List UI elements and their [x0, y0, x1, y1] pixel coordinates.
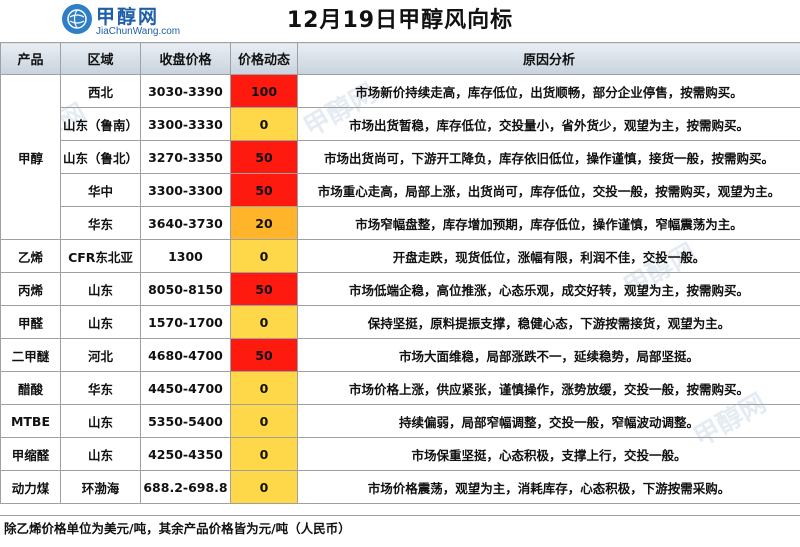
- region-cell: 河北: [60, 338, 141, 372]
- reason-cell: 市场价格上涨，供应紧张，谨慎操作，涨势放缓，交投一般，按需购买。: [297, 371, 800, 405]
- region-cell: 环渤海: [60, 470, 141, 504]
- region-cell: 华东: [60, 206, 141, 240]
- table-row: 甲醛 山东 1570-1700 0 保持坚挺，原料提振支撑，稳健心态，下游按需接货，观望…: [0, 305, 800, 339]
- column-header-product: 产品: [0, 42, 61, 75]
- reason-cell: 市场窄幅盘整，库存增加预期，库存低位，操作谨慎，窄幅震荡为主。: [297, 206, 800, 240]
- price-cell: 3300-3300: [140, 173, 231, 207]
- product-cell: MTBE: [0, 404, 61, 438]
- reason-cell: 保持坚挺，原料提振支撑，稳健心态，下游按需接货，观望为主。: [297, 305, 800, 339]
- reason-cell: 市场出货尚可，下游开工降负，库存依旧低位，操作谨慎，接货一般，按需购买。: [297, 140, 800, 174]
- reason-cell: 持续偏弱，局部窄幅调整，交投一般，窄幅波动调整。: [297, 404, 800, 438]
- price-cell: 1570-1700: [140, 305, 231, 339]
- product-cell: 丙烯: [0, 272, 61, 306]
- price-cell: 688.2-698.8: [140, 470, 231, 504]
- region-cell: 华东: [60, 371, 141, 405]
- price-cell: 3270-3350: [140, 140, 231, 174]
- reason-cell: 市场价格震荡，观望为主，消耗库存，心态积极，下游按需采购。: [297, 470, 800, 504]
- logo-brand-text: 甲醇网: [96, 6, 160, 28]
- price-cell: 3030-3390: [140, 74, 231, 108]
- table-row: MTBE 山东 5350-5400 0 持续偏弱，局部窄幅调整，交投一般，窄幅波动调整。: [0, 404, 800, 438]
- price-dynamic-cell: 50: [230, 140, 298, 174]
- reason-cell: 市场大面维稳，局部涨跌不一，延续稳势，局部坚挺。: [297, 338, 800, 372]
- table-row: 甲醇 西北 3030-3390 100 市场新价持续走高，库存低位，出货顺畅，部分企业停…: [0, 74, 800, 240]
- region-cell: 山东: [60, 272, 141, 306]
- table-row: 动力煤 环渤海 688.2-698.8 0 市场价格震荡，观望为主，消耗库存，心态积极，…: [0, 470, 800, 504]
- price-dynamic-cell: 0: [230, 239, 298, 273]
- table-row: 乙烯 CFR东北亚 1300 0 开盘走跌，现货低位，涨幅有限，利润不佳，交投一般。: [0, 239, 800, 273]
- price-cell: 4680-4700: [140, 338, 231, 372]
- table-row: 华东 3640-3730 20 市场窄幅盘整，库存增加预期，库存低位，操作谨慎，窄幅震…: [1, 206, 800, 240]
- reason-cell: 开盘走跌，现货低位，涨幅有限，利润不佳，交投一般。: [297, 239, 800, 273]
- price-dynamic-cell: 50: [230, 272, 298, 306]
- price-dynamic-cell: 50: [230, 338, 298, 372]
- column-header-region: 区域: [60, 42, 141, 75]
- price-dynamic-cell: 0: [230, 470, 298, 504]
- table-row: 醋酸 华东 4450-4700 0 市场价格上涨，供应紧张，谨慎操作，涨势放缓，交投一般…: [0, 371, 800, 405]
- region-cell: 山东（鲁北）: [60, 140, 141, 174]
- reason-cell: 市场保重坚挺，心态积极，支撑上行，交投一般。: [297, 437, 800, 471]
- price-dynamic-cell: 0: [230, 404, 298, 438]
- region-cell: 山东: [60, 437, 141, 471]
- table-row: 山东（鲁南） 3300-3330 0 市场出货暂稳，库存低位，交投量小，省外货少，观望…: [1, 107, 800, 141]
- region-cell: 华中: [60, 173, 141, 207]
- price-cell: 8050-8150: [140, 272, 231, 306]
- price-cell: 4250-4350: [140, 437, 231, 471]
- column-header-price: 收盘价格: [140, 42, 231, 75]
- price-cell: 5350-5400: [140, 404, 231, 438]
- table-row: 二甲醚 河北 4680-4700 50 市场大面维稳，局部涨跌不一，延续稳势，局部坚挺。: [0, 338, 800, 372]
- logo-url-text: JiaChunWang.com: [96, 26, 181, 37]
- reason-cell: 市场出货暂稳，库存低位，交投量小，省外货少，观望为主，按需购买。: [297, 107, 800, 141]
- price-cell: 1300: [140, 239, 231, 273]
- column-header-dynamic: 价格动态: [230, 42, 298, 75]
- region-cell: 山东: [60, 305, 141, 339]
- globe-logo-icon: [62, 4, 92, 34]
- column-header-reason: 原因分析: [297, 42, 800, 75]
- price-dynamic-cell: 50: [230, 173, 298, 207]
- table-row: 丙烯 山东 8050-8150 50 市场低端企稳，高位推涨，心态乐观，成交好转，观望为…: [0, 272, 800, 306]
- price-cell: 3300-3330: [140, 107, 231, 141]
- region-cell: CFR东北亚: [60, 239, 141, 273]
- product-cell: 二甲醚: [0, 338, 61, 372]
- product-cell: 甲醇: [0, 74, 61, 240]
- reason-cell: 市场低端企稳，高位推涨，心态乐观，成交好转，观望为主，按需购买。: [297, 272, 800, 306]
- table-row: 山东（鲁北） 3270-3350 50 市场出货尚可，下游开工降负，库存依旧低位，操作…: [1, 140, 800, 174]
- price-dynamic-cell: 0: [230, 437, 298, 471]
- reason-cell: 市场新价持续走高，库存低位，出货顺畅，部分企业停售，按需购买。: [297, 74, 800, 108]
- price-dynamic-cell: 100: [230, 74, 298, 108]
- reason-cell: 市场重心走高，局部上涨，出货尚可，库存低位，交投一般，按需购买，观望为主。: [297, 173, 800, 207]
- price-table: 产品 区域 收盘价格 价格动态 原因分析 甲醇 西北 3030-3390 100 市场新…: [0, 42, 800, 504]
- region-cell: 山东（鲁南）: [60, 107, 141, 141]
- price-dynamic-cell: 0: [230, 305, 298, 339]
- product-cell: 甲缩醛: [0, 437, 61, 471]
- logo: 甲醇网 JiaChunWang.com: [62, 2, 192, 40]
- footnote: 除乙烯价格单位为美元/吨，其余产品价格皆为元/吨（人民币）: [0, 515, 800, 547]
- product-cell: 动力煤: [0, 470, 61, 504]
- price-dynamic-cell: 0: [230, 371, 298, 405]
- product-cell: 甲醛: [0, 305, 61, 339]
- region-cell: 山东: [60, 404, 141, 438]
- table-body: 甲醇 西北 3030-3390 100 市场新价持续走高，库存低位，出货顺畅，部分企业停…: [0, 74, 800, 504]
- price-cell: 3640-3730: [140, 206, 231, 240]
- price-cell: 4450-4700: [140, 371, 231, 405]
- price-dynamic-cell: 20: [230, 206, 298, 240]
- header: 12月19日甲醇风向标 甲醇网 JiaChunWang.com: [0, 0, 800, 43]
- table-row: 华中 3300-3300 50 市场重心走高，局部上涨，出货尚可，库存低位，交投一般，…: [1, 173, 800, 207]
- product-cell: 醋酸: [0, 371, 61, 405]
- table-header-row: 产品 区域 收盘价格 价格动态 原因分析: [0, 42, 800, 75]
- product-cell: 乙烯: [0, 239, 61, 273]
- table-row: 甲缩醛 山东 4250-4350 0 市场保重坚挺，心态积极，支撑上行，交投一般。: [0, 437, 800, 471]
- region-cell: 西北: [60, 74, 141, 108]
- price-dynamic-cell: 0: [230, 107, 298, 141]
